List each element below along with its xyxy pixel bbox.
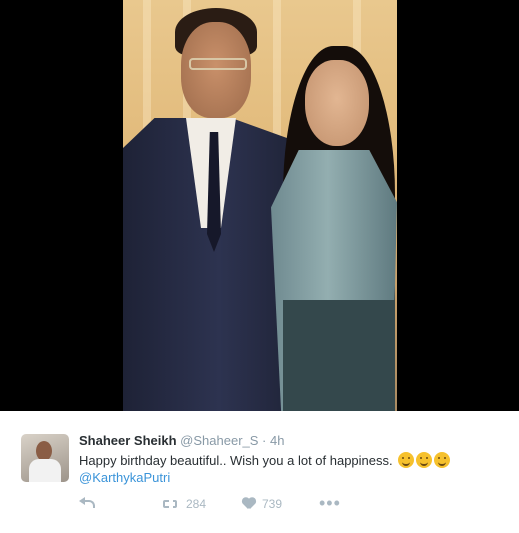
smiling-face-emoji (398, 452, 415, 468)
man-face (181, 22, 251, 118)
avatar-head (36, 441, 52, 461)
tweet-card: Shaheer Sheikh @Shaheer_S · 4h Happy bir… (0, 411, 519, 533)
tweet-photo[interactable] (123, 0, 397, 411)
emoji-group (398, 452, 452, 473)
tweet-header: Shaheer Sheikh @Shaheer_S · 4h (79, 433, 284, 448)
retweet-icon (162, 498, 180, 510)
avatar-body (29, 459, 61, 482)
woman-skirt (283, 300, 395, 411)
user-handle[interactable]: @Shaheer_S (180, 433, 258, 448)
glasses (189, 58, 247, 70)
heart-icon (242, 498, 256, 510)
tweet-media[interactable] (0, 0, 519, 411)
reply-button[interactable] (79, 497, 95, 508)
smiling-face-emoji (434, 452, 451, 468)
reply-icon (79, 497, 95, 508)
mention-link[interactable]: @KarthykaPutri (79, 470, 170, 485)
retweet-button[interactable]: 284 (162, 497, 206, 511)
more-icon: ••• (319, 493, 341, 513)
like-button[interactable]: 739 (242, 497, 282, 511)
timestamp[interactable]: 4h (270, 433, 284, 448)
display-name[interactable]: Shaheer Sheikh (79, 433, 177, 448)
like-count: 739 (262, 497, 283, 511)
tweet-body: Happy birthday beautiful.. Wish you a lo… (79, 453, 393, 468)
avatar[interactable] (21, 434, 69, 482)
smiling-face-emoji (416, 452, 433, 468)
woman-face (305, 60, 369, 146)
more-button[interactable]: ••• (319, 493, 341, 513)
retweet-count: 284 (186, 497, 207, 511)
separator-dot: · (262, 433, 267, 448)
